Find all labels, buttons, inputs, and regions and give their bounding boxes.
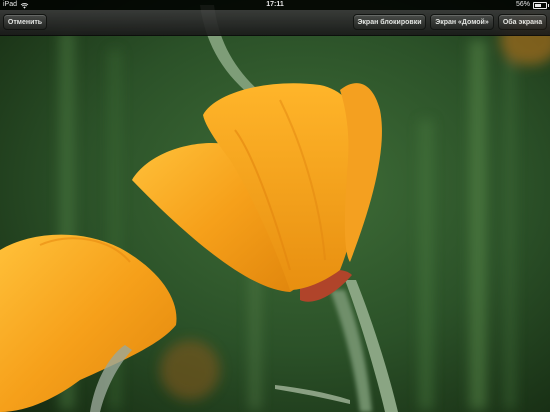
set-both-screens-button[interactable]: Оба экрана xyxy=(498,14,547,30)
cancel-button[interactable]: Отменить xyxy=(3,14,47,30)
status-time: 17:11 xyxy=(266,1,284,8)
battery-percent: 56% xyxy=(515,1,530,8)
set-lock-screen-button[interactable]: Экран блокировки xyxy=(353,14,426,30)
wallpaper-preview xyxy=(0,0,550,412)
status-bar: iPad 17:11 56% xyxy=(0,0,550,10)
battery-fill xyxy=(535,3,541,7)
battery-icon xyxy=(533,1,549,9)
status-right: 56% xyxy=(515,0,549,10)
wallpaper-toolbar: Отменить Экран блокировки Экран «Домой» … xyxy=(0,10,550,36)
set-home-screen-button[interactable]: Экран «Домой» xyxy=(430,14,494,30)
